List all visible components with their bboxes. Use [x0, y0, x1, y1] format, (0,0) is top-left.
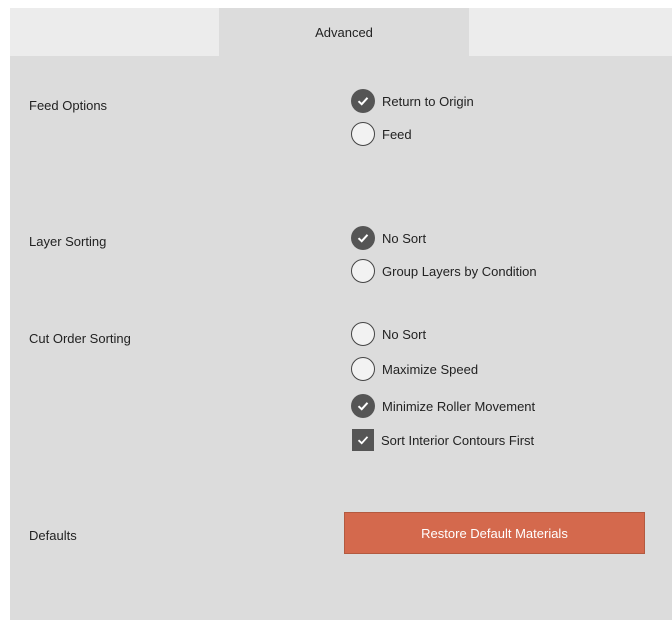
radio-maximize-speed[interactable]: Maximize Speed: [351, 356, 478, 382]
radio-return-to-origin[interactable]: Return to Origin: [351, 88, 474, 114]
tab-bar: Advanced: [10, 8, 672, 56]
radio-label: Maximize Speed: [382, 361, 479, 377]
radio-cut-order-no-sort[interactable]: No Sort: [351, 321, 426, 347]
layer-sorting-label: Layer Sorting: [29, 234, 107, 249]
radio-unchecked-icon: [351, 322, 375, 346]
radio-label: No Sort: [382, 230, 427, 246]
radio-unchecked-icon: [351, 122, 375, 146]
cut-order-sorting-label: Cut Order Sorting: [29, 331, 131, 346]
radio-group-layers-by-condition[interactable]: Group Layers by Condition: [351, 258, 537, 284]
radio-label: No Sort: [382, 326, 427, 342]
checkbox-sort-interior-contours-first[interactable]: Sort Interior Contours First: [351, 427, 534, 453]
radio-checked-icon: [351, 394, 375, 418]
radio-feed[interactable]: Feed: [351, 121, 412, 147]
radio-unchecked-icon: [351, 357, 375, 381]
feed-options-label: Feed Options: [29, 98, 108, 113]
radio-unchecked-icon: [351, 259, 375, 283]
radio-label: Group Layers by Condition: [382, 263, 537, 279]
defaults-label: Defaults: [29, 528, 77, 543]
restore-default-materials-button[interactable]: Restore Default Materials: [344, 512, 645, 554]
tab-advanced[interactable]: Advanced: [219, 8, 469, 56]
radio-label: Minimize Roller Movement: [382, 398, 536, 414]
radio-label: Return to Origin: [382, 93, 474, 109]
radio-layer-no-sort[interactable]: No Sort: [351, 225, 426, 251]
radio-minimize-roller-movement[interactable]: Minimize Roller Movement: [351, 393, 535, 419]
checkbox-label: Sort Interior Contours First: [381, 432, 535, 448]
tab-advanced-label: Advanced: [315, 24, 373, 40]
radio-checked-icon: [351, 89, 375, 113]
advanced-settings-panel: Advanced Feed Options Return to Origin F…: [10, 8, 672, 620]
radio-label: Feed: [382, 126, 412, 142]
checkbox-checked-icon: [352, 429, 374, 451]
radio-checked-icon: [351, 226, 375, 250]
